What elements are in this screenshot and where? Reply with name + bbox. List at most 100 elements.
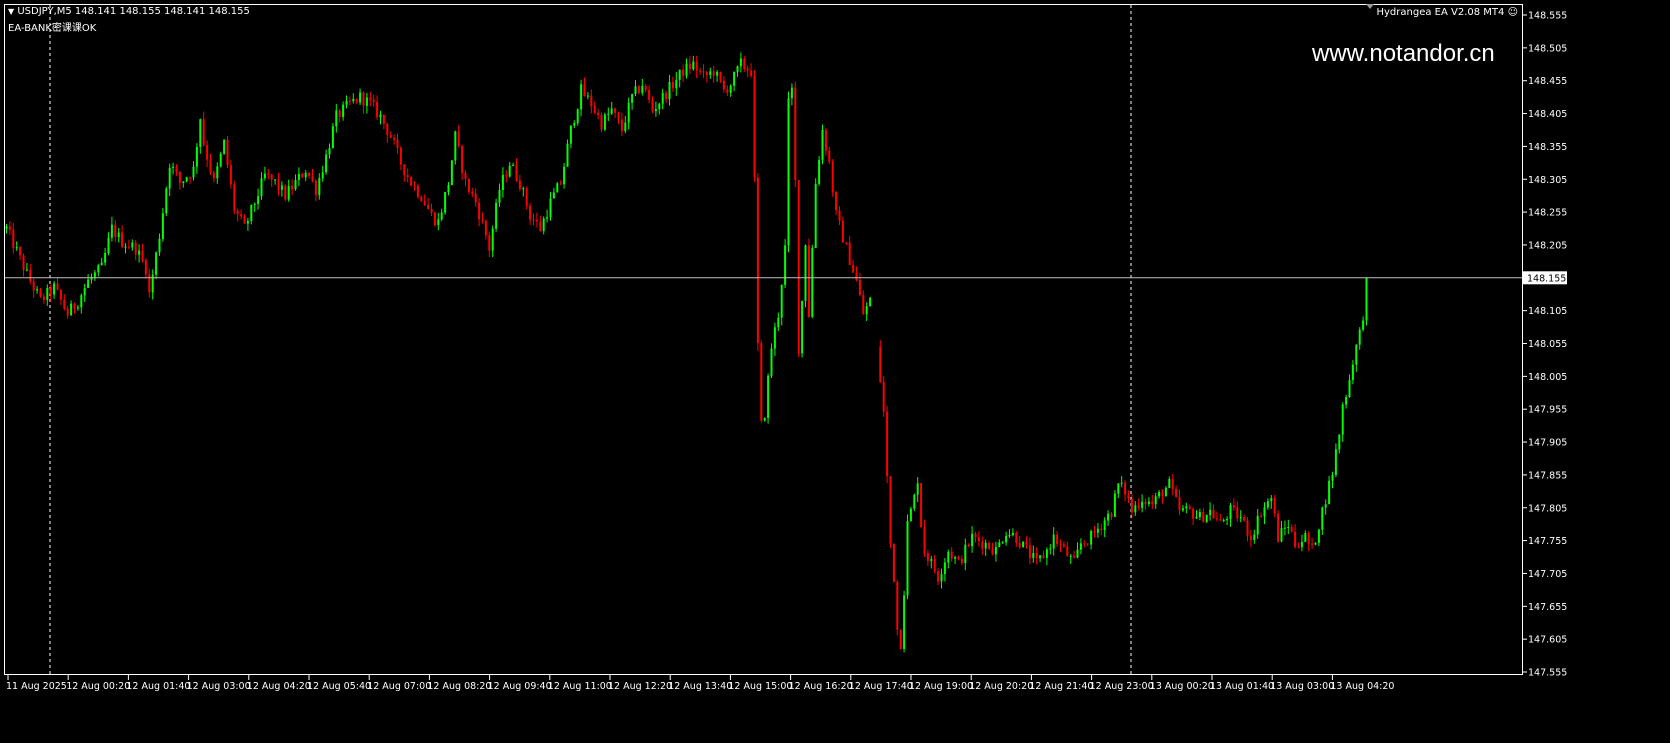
time-tick-label: 12 Aug 16:20 — [789, 681, 853, 692]
candle-body — [804, 245, 807, 301]
candle-body — [236, 210, 239, 215]
candle-body — [158, 238, 161, 253]
candle-body — [1229, 505, 1232, 520]
price-axis[interactable]: 148.555 148.505 148.455 148.405 148.355 148.3… — [1522, 11, 1567, 679]
candle-body — [593, 106, 596, 113]
price-tick-label: 148.305 — [1528, 175, 1567, 186]
candle-body — [1195, 516, 1198, 519]
candle-body — [563, 166, 566, 185]
candle-body — [750, 70, 753, 76]
candle-body — [32, 281, 35, 291]
candle-body — [767, 375, 770, 418]
candle-body — [719, 71, 722, 81]
candle-body — [1161, 492, 1164, 497]
price-chart[interactable]: 148.555 148.505 148.455 148.405 148.355 148.3… — [0, 0, 1670, 743]
candle-body — [185, 177, 188, 182]
candle-body — [410, 177, 413, 186]
candle-body — [566, 143, 569, 167]
time-tick-label: 12 Aug 23:00 — [1090, 681, 1154, 692]
price-tick-label: 148.205 — [1528, 240, 1567, 251]
candle-body — [270, 174, 273, 180]
candle-body — [450, 160, 453, 185]
candle-body — [274, 179, 277, 181]
candle-body — [1134, 505, 1137, 513]
candle-body — [342, 104, 345, 118]
candle-body — [1103, 520, 1106, 530]
candle-body — [1331, 474, 1334, 481]
candle-body — [226, 139, 229, 166]
time-tick-label: 12 Aug 21:40 — [1029, 681, 1093, 692]
candle-body — [1117, 483, 1120, 494]
expert-advisor-label[interactable]: Hydrangea EA V2.08 MT4 ☺ — [1376, 7, 1518, 18]
candle-body — [1328, 480, 1331, 505]
candle-body — [161, 213, 164, 239]
candle-body — [1056, 534, 1059, 545]
candle-body — [49, 288, 52, 295]
candle-body — [1110, 513, 1113, 517]
symbol-header: ▼ USDJPY,M5 148.141 148.155 148.141 148.… — [8, 6, 250, 17]
candle-body — [688, 63, 691, 70]
candle-body — [515, 164, 518, 181]
candle-body — [981, 541, 984, 549]
candle-body — [471, 191, 474, 194]
price-tick-label: 148.505 — [1528, 43, 1567, 54]
candle-body — [1042, 555, 1045, 558]
candle-body — [1334, 449, 1337, 475]
candle-body — [144, 260, 147, 275]
candle-body — [195, 146, 198, 167]
candle-body — [114, 224, 117, 237]
candle-body — [1120, 482, 1123, 484]
candle-body — [920, 483, 923, 528]
candle-body — [950, 551, 953, 559]
candle-body — [1015, 533, 1018, 543]
candle-body — [756, 177, 759, 344]
candle-body — [355, 98, 358, 103]
candle-body — [97, 265, 100, 273]
candle-body — [1263, 507, 1266, 517]
candle-body — [658, 103, 661, 110]
candle-body — [308, 172, 311, 177]
dropdown-triangle-icon[interactable]: ▼ — [8, 7, 14, 16]
candle-body — [539, 221, 542, 231]
candle-body — [583, 84, 586, 97]
candle-body — [862, 294, 865, 315]
candle-body — [573, 123, 576, 126]
candle-body — [814, 183, 817, 248]
candle-body — [811, 247, 814, 317]
time-tick-label: 12 Aug 09:40 — [488, 681, 552, 692]
candle-body — [501, 174, 504, 191]
candle-body — [233, 184, 236, 211]
candle-body — [243, 216, 246, 224]
candle-body — [1175, 488, 1178, 497]
candle-body — [753, 75, 756, 178]
candle-body — [838, 210, 841, 221]
candle-body — [352, 98, 355, 102]
candle-body — [104, 252, 107, 263]
time-tick-label: 13 Aug 01:40 — [1210, 681, 1274, 692]
candle-body — [8, 226, 11, 230]
time-axis[interactable]: 11 Aug 2025 12 Aug 00:2012 Aug 01:4012 Au… — [6, 675, 1394, 692]
candle-body — [5, 226, 8, 229]
candle-body — [1243, 517, 1246, 521]
candle-body — [597, 112, 600, 116]
time-tick-label: 12 Aug 13:40 — [668, 681, 732, 692]
candle-body — [1181, 508, 1184, 511]
candle-body — [189, 177, 192, 179]
candle-body — [73, 303, 76, 309]
candle-body — [1209, 509, 1212, 515]
candle-body — [736, 66, 739, 72]
time-tick-label: 11 Aug 2025 — [6, 681, 67, 692]
candle-body — [1287, 526, 1290, 528]
candle-body — [879, 346, 882, 382]
candle-body — [967, 544, 970, 547]
candle-body — [1025, 541, 1028, 546]
candle-body — [1096, 528, 1099, 533]
candle-body — [637, 86, 640, 93]
candle-body — [1113, 493, 1116, 517]
candle-body — [202, 119, 205, 146]
candle-body — [223, 139, 226, 154]
candle-body — [284, 185, 287, 200]
candle-body — [1022, 541, 1025, 548]
candle-body — [695, 61, 698, 71]
candle-body — [433, 212, 436, 226]
